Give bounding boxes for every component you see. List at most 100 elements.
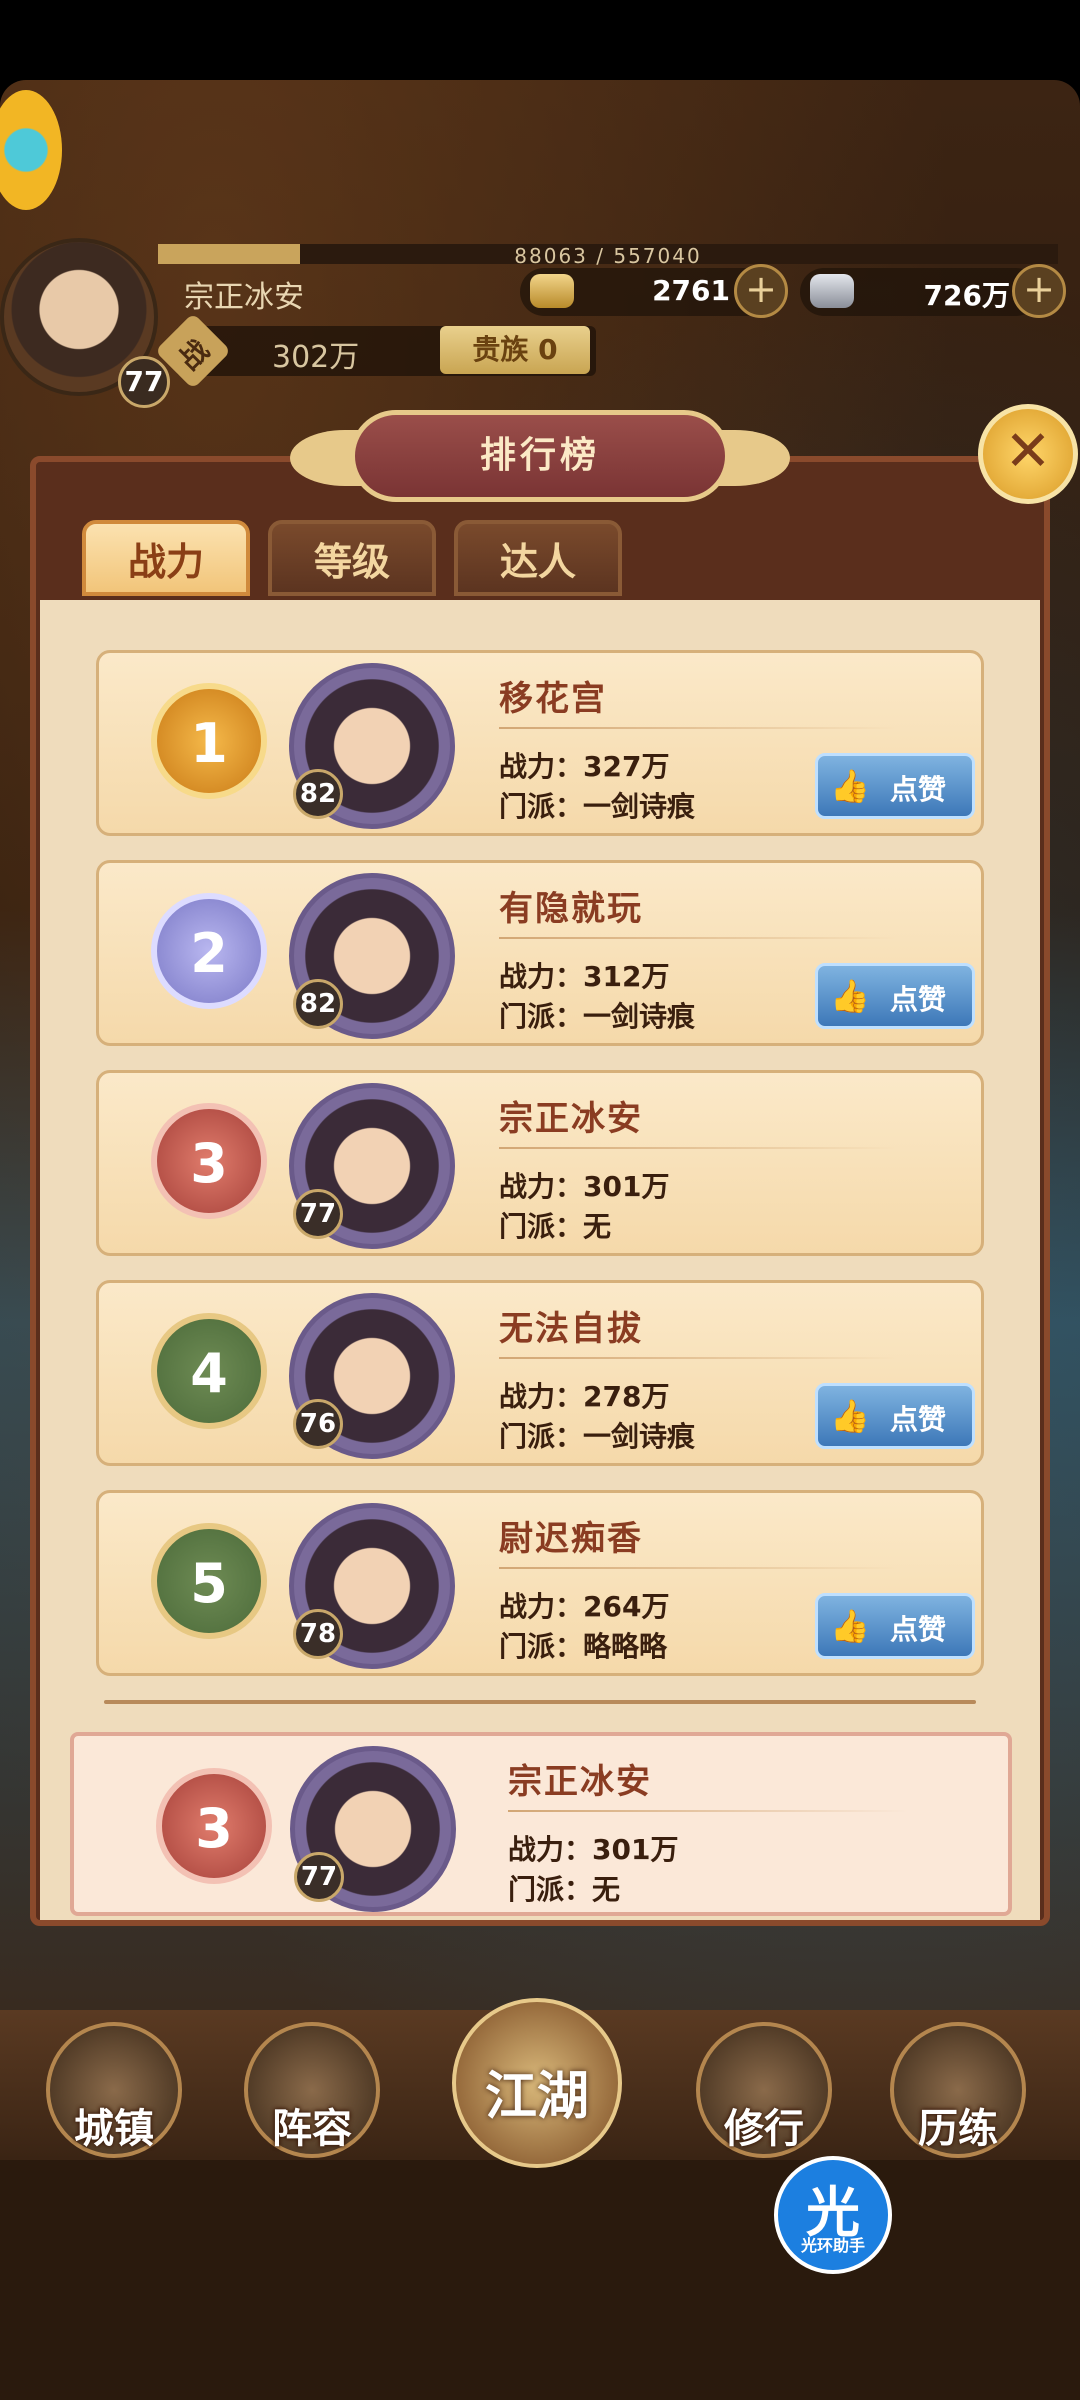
ranking-row: 3 77 宗正冰安战力：301万 门派：无 xyxy=(96,1070,984,1256)
my-rank-row: 3 77 宗正冰安 战力：301万 门派：无 xyxy=(70,1732,1012,1916)
sect-label: 门派： xyxy=(499,1000,584,1033)
name-separator xyxy=(499,937,899,939)
rank-badge: 2 xyxy=(151,893,267,1009)
sect-label: 门派： xyxy=(499,1420,584,1453)
name-separator xyxy=(499,1567,899,1569)
noble-tag[interactable]: 贵族 0 xyxy=(440,326,590,374)
my-power: 301万 xyxy=(592,1833,679,1866)
exp-text: 88063 / 557040 xyxy=(514,244,702,268)
rank-badge: 1 xyxy=(151,683,267,799)
power-label: 战力： xyxy=(499,960,584,993)
level-badge: 78 xyxy=(293,1609,343,1659)
bottom-nav: 城镇 阵容 江湖 修行 历练 xyxy=(0,1998,1080,2168)
power-label: 战力： xyxy=(499,1590,584,1623)
nav-jianghu-label: 江湖 xyxy=(484,2067,589,2127)
add-silver-button[interactable]: + xyxy=(1012,264,1066,318)
nav-town[interactable]: 城镇 xyxy=(46,2022,182,2158)
my-level-badge: 77 xyxy=(294,1852,344,1902)
ranking-row: 4 76 无法自拔 战力：278万 门派：一剑诗痕 👍 点赞 xyxy=(96,1280,984,1466)
level-badge: 82 xyxy=(293,769,343,819)
close-icon: ✕ xyxy=(1004,419,1052,484)
nav-trial-label: 历练 xyxy=(918,2106,998,2152)
power-stat: 战力：312万 xyxy=(499,955,669,995)
power-value: 301万 xyxy=(583,1170,670,1203)
sect-label: 门派： xyxy=(499,1630,584,1663)
player-name: 尉迟痴香 xyxy=(499,1519,643,1559)
sect-stat: 门派：一剑诗痕 xyxy=(499,1415,695,1455)
like-button[interactable]: 👍 点赞 xyxy=(815,963,975,1029)
name-separator xyxy=(499,727,899,729)
like-label: 点赞 xyxy=(890,773,947,806)
nav-town-label: 城镇 xyxy=(74,2106,154,2152)
my-separator xyxy=(508,1810,908,1812)
player-name: 有隐就玩 xyxy=(499,889,643,929)
assistant-label: 光环助手 xyxy=(800,2236,865,2255)
nav-practice-label: 修行 xyxy=(724,2106,804,2152)
rank-badge: 5 xyxy=(151,1523,267,1639)
silver-ingot-icon xyxy=(810,274,854,308)
sect-stat: 门派：无 xyxy=(499,1205,611,1245)
nav-practice[interactable]: 修行 xyxy=(696,2022,832,2158)
my-sect: 无 xyxy=(592,1873,621,1906)
power-label: 战力： xyxy=(499,1380,584,1413)
power-value: 312万 xyxy=(583,960,670,993)
sect-value: 略略略 xyxy=(583,1630,668,1663)
rank-badge: 3 xyxy=(151,1103,267,1219)
player-status-bar: 77 88063 / 557040 宗正冰安 2761 + 726万 + 战 3… xyxy=(0,238,1080,408)
gold-currency: 2761 xyxy=(520,268,770,316)
player-name: 宗正冰安 xyxy=(499,1099,643,1139)
player-name: 宗正冰安 xyxy=(184,280,304,315)
tab-level[interactable]: 等级 xyxy=(268,520,436,596)
power-label: 战力： xyxy=(499,750,584,783)
player-power: 302万 xyxy=(272,340,360,375)
bottom-background xyxy=(0,2160,1080,2400)
power-value: 264万 xyxy=(583,1590,670,1623)
tab-expert[interactable]: 达人 xyxy=(454,520,622,596)
nav-lineup[interactable]: 阵容 xyxy=(244,2022,380,2158)
player-level-badge: 77 xyxy=(118,356,170,408)
add-gold-button[interactable]: + xyxy=(734,264,788,318)
name-separator xyxy=(499,1147,899,1149)
sect-stat: 门派：一剑诗痕 xyxy=(499,785,695,825)
power-stat: 战力：327万 xyxy=(499,745,669,785)
thumbs-up-icon: 👍 xyxy=(830,977,870,1015)
tab-power[interactable]: 战力 xyxy=(82,520,250,596)
like-label: 点赞 xyxy=(890,983,947,1016)
sect-value: 一剑诗痕 xyxy=(583,790,696,823)
my-power-stat: 战力：301万 xyxy=(508,1828,678,1868)
gold-value: 2761 xyxy=(652,274,730,307)
like-button[interactable]: 👍 点赞 xyxy=(815,753,975,819)
panel-title: 排行榜 xyxy=(479,435,600,476)
my-rank-badge: 3 xyxy=(156,1768,272,1884)
ranking-row: 5 78 尉迟痴香 战力：264万 门派：略略略 👍 点赞 xyxy=(96,1490,984,1676)
like-button[interactable]: 👍 点赞 xyxy=(815,1593,975,1659)
power-value: 278万 xyxy=(583,1380,670,1413)
name-separator xyxy=(499,1357,899,1359)
silver-value: 726万 xyxy=(923,279,1010,312)
power-label: 战力： xyxy=(508,1833,593,1866)
nav-trial[interactable]: 历练 xyxy=(890,2022,1026,2158)
sect-value: 一剑诗痕 xyxy=(583,1000,696,1033)
exp-bar: 88063 / 557040 xyxy=(158,244,1058,268)
nav-jianghu[interactable]: 江湖 xyxy=(452,1998,622,2168)
like-label: 点赞 xyxy=(890,1613,947,1646)
power-stat: 战力：301万 xyxy=(499,1165,669,1205)
power-stat: 战力：278万 xyxy=(499,1375,669,1415)
sect-stat: 门派：略略略 xyxy=(499,1625,667,1665)
my-sect-stat: 门派：无 xyxy=(508,1868,620,1908)
thumbs-up-icon: 👍 xyxy=(830,767,870,805)
thumbs-up-icon: 👍 xyxy=(830,1607,870,1645)
like-button[interactable]: 👍 点赞 xyxy=(815,1383,975,1449)
sect-label: 门派： xyxy=(508,1873,593,1906)
assistant-button[interactable]: 光 光环助手 xyxy=(774,2156,892,2274)
ranking-row: 1 82 移花宫 战力：327万 门派：一剑诗痕 👍 点赞 xyxy=(96,650,984,836)
sect-label: 门派： xyxy=(499,790,584,823)
player-name: 无法自拔 xyxy=(499,1309,643,1349)
sect-value: 一剑诗痕 xyxy=(583,1420,696,1453)
nav-lineup-label: 阵容 xyxy=(272,2106,352,2152)
ranking-row: 2 82 有隐就玩 战力：312万 门派：一剑诗痕 👍 点赞 xyxy=(96,860,984,1046)
close-button[interactable]: ✕ xyxy=(978,404,1078,504)
level-badge: 77 xyxy=(293,1189,343,1239)
sect-stat: 门派：一剑诗痕 xyxy=(499,995,695,1035)
my-name: 宗正冰安 xyxy=(508,1762,652,1802)
